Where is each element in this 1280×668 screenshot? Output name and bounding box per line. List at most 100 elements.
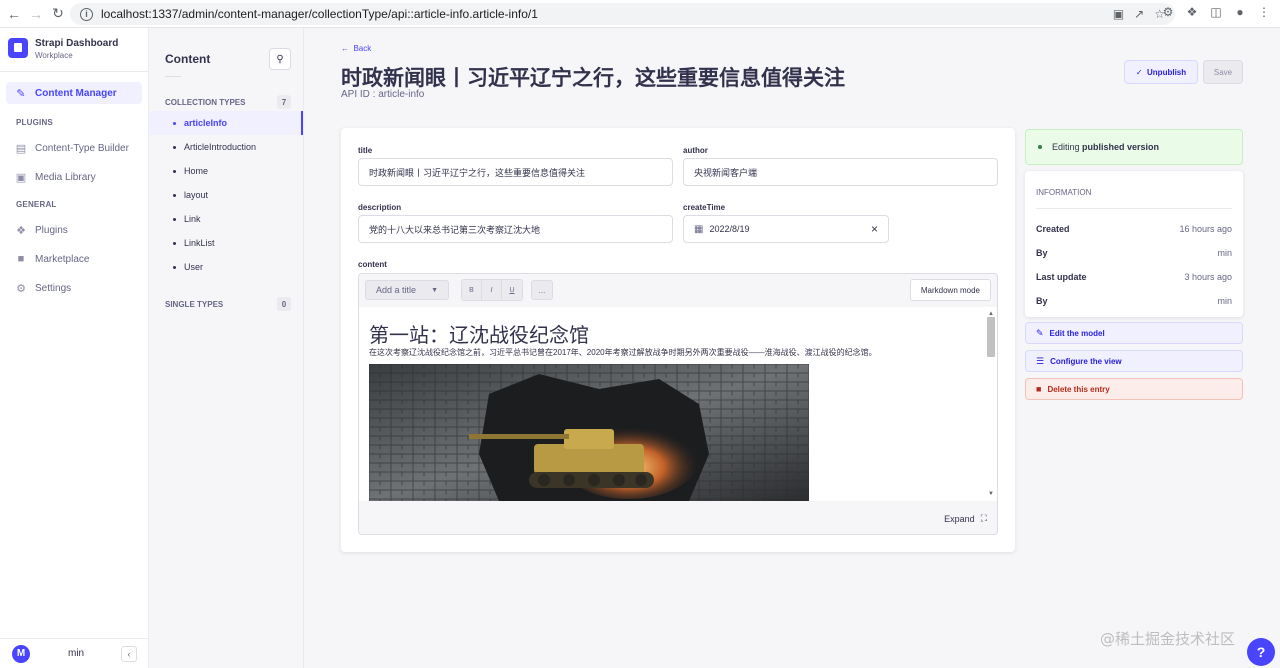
- profile-icon[interactable]: ●: [1232, 4, 1248, 20]
- nav-media-library[interactable]: ▣ Media Library: [6, 166, 142, 188]
- title-field[interactable]: 时政新闻眼丨习近平辽宁之行，这些重要信息值得关注: [358, 158, 673, 186]
- site-info-icon[interactable]: i: [80, 7, 93, 21]
- configure-view-button[interactable]: ☰ Configure the view: [1025, 350, 1243, 372]
- subnav-item-home[interactable]: Home: [149, 159, 303, 183]
- expand-label: Expand: [944, 513, 975, 524]
- forward-arrow-icon[interactable]: →: [25, 3, 47, 25]
- clear-date-icon[interactable]: ×: [871, 222, 878, 236]
- item-label: layout: [184, 190, 209, 200]
- sidepanel-icon[interactable]: ◫: [1208, 4, 1224, 20]
- editor-preview[interactable]: 第一站：辽沈战役纪念馆 在这次考察辽沈战役纪念馆之前，习近平总书记曾在2017年…: [359, 307, 997, 501]
- expand-button[interactable]: Expand ⛶: [944, 513, 987, 524]
- nav-label: Content Manager: [35, 87, 117, 99]
- bullet: [173, 121, 176, 125]
- puzzle-icon[interactable]: ❖: [1184, 4, 1200, 20]
- subnav-item-user[interactable]: User: [149, 255, 303, 279]
- item-label: Home: [184, 166, 209, 176]
- content-label: content: [358, 260, 387, 269]
- format-buttons: B I U: [461, 279, 523, 301]
- subnav-item-articleintroduction[interactable]: ArticleIntroduction: [149, 135, 303, 159]
- avatar[interactable]: M: [12, 644, 30, 663]
- back-link[interactable]: ← Back: [341, 44, 371, 53]
- description-label: description: [358, 203, 402, 212]
- markdown-mode-button[interactable]: Markdown mode: [909, 279, 991, 301]
- nav-plugins[interactable]: ❖ Plugins: [6, 219, 142, 241]
- nav-content-manager[interactable]: ✎ Content Manager: [6, 82, 142, 104]
- subnav-item-articleinfo[interactable]: articleInfo: [149, 111, 303, 135]
- nav-label: Media Library: [35, 171, 96, 183]
- caret-down-icon: ▼: [431, 286, 438, 294]
- reload-icon[interactable]: ↻: [47, 3, 69, 25]
- createtime-datepicker[interactable]: ▦ 2022/8/19 ×: [683, 215, 889, 243]
- nav-section-general: GENERAL: [16, 200, 57, 209]
- pencil-icon: ✎: [1036, 327, 1044, 338]
- strapi-logo-icon: [8, 38, 28, 58]
- field-value: 央视新闻客户端: [694, 167, 758, 178]
- item-label: LinkList: [184, 238, 215, 248]
- extension-icon[interactable]: ⚙: [1160, 4, 1176, 20]
- main-navigation: Strapi Dashboard Workplace ✎ Content Man…: [0, 28, 149, 668]
- info-row-last-update: Last update 3 hours ago: [1036, 265, 1232, 289]
- back-label: Back: [353, 44, 372, 53]
- info-key: Last update: [1036, 272, 1087, 282]
- help-button[interactable]: ?: [1247, 638, 1275, 666]
- collection-types-list: articleInfo ArticleIntroduction Home lay…: [149, 111, 303, 279]
- markdown-editor[interactable]: Add a title ▼ B I U ... Markdown mode 第一站…: [358, 273, 998, 535]
- list-icon: ☰: [1036, 355, 1045, 366]
- subnav-item-linklist[interactable]: LinkList: [149, 231, 303, 255]
- subnav-item-layout[interactable]: layout: [149, 183, 303, 207]
- subnav-item-link[interactable]: Link: [149, 207, 303, 231]
- layout-icon: ▤: [15, 142, 27, 155]
- edit-model-button[interactable]: ✎ Edit the model: [1025, 322, 1243, 344]
- menu-dots-icon[interactable]: ⋮: [1256, 4, 1272, 20]
- gear-icon: ⚙: [16, 282, 26, 295]
- group-label: COLLECTION TYPES: [165, 97, 246, 107]
- nav-settings[interactable]: ⚙ Settings: [6, 277, 142, 299]
- field-value: 党的十八大以来总书记第三次考察辽沈大地: [369, 224, 541, 235]
- subnav-header: Content ⚲: [149, 28, 303, 76]
- bullet: [173, 241, 176, 245]
- more-options-button[interactable]: ...: [531, 280, 553, 300]
- subnav-title: Content: [165, 52, 211, 66]
- scroll-down-icon[interactable]: ▼: [987, 491, 995, 497]
- scroll-thumb[interactable]: [987, 317, 995, 357]
- nav-label: Plugins: [35, 224, 68, 236]
- cart-icon: ■: [17, 253, 25, 265]
- italic-button[interactable]: I: [482, 280, 502, 300]
- preview-paragraph: 在这次考察辽沈战役纪念馆之前，习近平总书记曾在2017年、2020年考察过解放战…: [369, 348, 877, 357]
- collection-types-header[interactable]: COLLECTION TYPES 7: [149, 95, 303, 109]
- underline-button[interactable]: U: [502, 280, 522, 300]
- info-title: INFORMATION: [1036, 188, 1092, 197]
- description-field[interactable]: 党的十八大以来总书记第三次考察辽沈大地: [358, 215, 673, 243]
- field-value: 时政新闻眼丨习近平辽宁之行，这些重要信息值得关注: [369, 167, 586, 178]
- page-title: 时政新闻眼丨习近平辽宁之行，这些重要信息值得关注: [341, 67, 845, 90]
- author-field[interactable]: 央视新闻客户端: [683, 158, 998, 186]
- count-badge: 7: [277, 95, 291, 109]
- api-id: API ID : article-info: [341, 89, 425, 100]
- editor-scrollbar[interactable]: ▲ ▼: [987, 311, 995, 497]
- createtime-label: createTime: [683, 203, 726, 212]
- info-value: min: [1217, 296, 1232, 306]
- translate-icon[interactable]: ▣: [1113, 7, 1124, 21]
- item-label: articleInfo: [184, 118, 228, 128]
- nav-marketplace[interactable]: ■ Marketplace: [6, 248, 142, 270]
- back-arrow-icon[interactable]: ←: [3, 3, 25, 25]
- select-value: Add a title: [376, 285, 417, 295]
- item-label: User: [184, 262, 204, 272]
- author-label: author: [683, 146, 708, 155]
- collapse-chevron-icon[interactable]: ‹: [121, 645, 137, 662]
- brand-header: Strapi Dashboard Workplace: [0, 28, 148, 72]
- nav-content-type-builder[interactable]: ▤ Content-Type Builder: [6, 137, 142, 159]
- bold-button[interactable]: B: [462, 280, 482, 300]
- save-button[interactable]: Save: [1203, 60, 1243, 84]
- address-bar[interactable]: i localhost:1337/admin/content-manager/c…: [70, 3, 1175, 25]
- nav-label: Content-Type Builder: [35, 142, 129, 154]
- share-icon[interactable]: ↗: [1134, 7, 1144, 21]
- info-value: 3 hours ago: [1184, 272, 1232, 282]
- heading-select[interactable]: Add a title ▼: [365, 280, 449, 300]
- info-key: By: [1036, 248, 1048, 258]
- delete-entry-button[interactable]: ■ Delete this entry: [1025, 378, 1243, 400]
- unpublish-button[interactable]: ✓ Unpublish: [1124, 60, 1198, 84]
- search-icon[interactable]: ⚲: [269, 48, 291, 70]
- single-types-header[interactable]: SINGLE TYPES 0: [149, 297, 303, 311]
